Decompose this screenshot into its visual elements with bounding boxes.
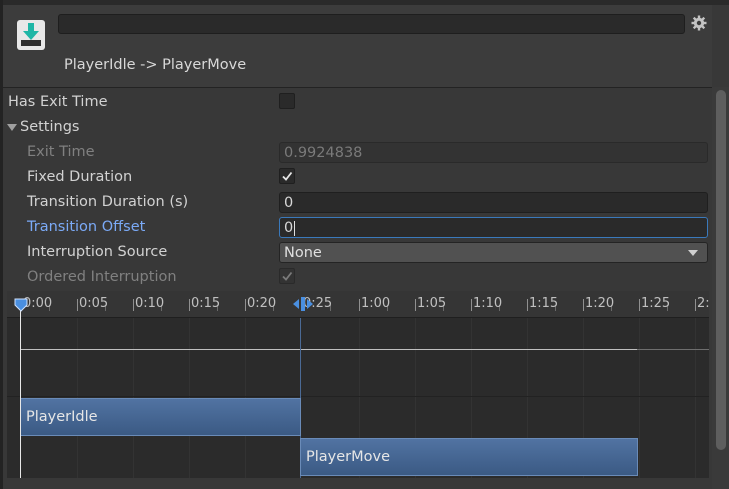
ruler-tick [471,299,472,311]
scrollbar-thumb[interactable] [716,90,726,450]
settings-foldout-icon[interactable] [7,124,17,131]
ruler-tick-label: 1:05 [417,296,447,311]
ruler-tick [359,299,360,311]
ruler-tick [583,299,584,311]
transition-marker-icon[interactable] [292,296,314,312]
checkmark-icon [282,271,293,281]
transition-curve-tail [637,349,709,350]
ruler-tick [639,299,640,311]
ruler-tick-label: 1:25 [641,296,671,311]
has-exit-time-checkbox[interactable] [279,93,295,109]
ordered-interruption-checkbox [279,268,295,284]
checkmark-icon [282,171,293,181]
transition-header: PlayerIdle -> PlayerMove [3,5,712,88]
playhead-line [20,299,21,478]
transition-offset-value: 0 [284,220,294,236]
timeline-grid-line [639,318,640,478]
transition-offset-label: Transition Offset [27,219,146,235]
ruler-tick-label: 0:10 [135,296,165,311]
transition-duration-label: Transition Duration (s) [27,194,189,210]
transition-duration-field[interactable]: 0 [279,192,708,213]
has-exit-time-label: Has Exit Time [8,94,108,110]
ruler-tick-label: 0:15 [191,296,221,311]
transition-title: PlayerIdle -> PlayerMove [64,57,247,73]
ruler-tick-label: 1:15 [529,296,559,311]
gear-icon[interactable] [691,15,707,31]
lane-divider [7,396,709,397]
ruler-tick [695,299,696,311]
ruler-tick [415,299,416,311]
playhead-marker-icon[interactable] [14,298,28,312]
timeline-grid-line [695,318,696,478]
transition-curve-line [21,349,637,350]
interruption-source-dropdown[interactable]: None [279,242,708,263]
timeline-ruler[interactable]: 0:00 0:05 0:10 0:15 0:20 0:25 1:00 1:05 … [7,291,709,318]
ruler-tick-label: 0:05 [79,296,109,311]
fixed-duration-label: Fixed Duration [27,169,133,185]
settings-foldout-label[interactable]: Settings [20,119,79,135]
interruption-source-value: None [284,245,322,261]
transition-name-field[interactable] [58,14,685,34]
transition-timeline[interactable]: 0:00 0:05 0:10 0:15 0:20 0:25 1:00 1:05 … [7,291,709,478]
ruler-tick [133,299,134,311]
text-caret [294,220,296,236]
ruler-tick-label: 1:00 [361,296,391,311]
ruler-tick-label: 1:10 [473,296,503,311]
exit-time-label: Exit Time [27,144,95,160]
destination-state-clip[interactable]: PlayerMove [300,438,638,476]
ruler-tick [189,299,190,311]
ruler-tick-label: 2: [697,296,709,311]
ordered-interruption-label: Ordered Interruption [27,269,177,285]
vertical-scrollbar[interactable] [712,87,729,489]
ruler-tick-label: 0:20 [247,296,277,311]
transition-icon [17,20,45,50]
exit-time-field: 0.9924838 [279,142,708,163]
interruption-source-label: Interruption Source [27,244,168,260]
ruler-tick [527,299,528,311]
dropdown-arrow-icon [688,250,698,256]
source-state-clip[interactable]: PlayerIdle [20,398,301,436]
ruler-tick [77,299,78,311]
ruler-tick [245,299,246,311]
ruler-tick-label: 1:20 [585,296,615,311]
transition-offset-field[interactable]: 0 [279,217,708,238]
fixed-duration-checkbox[interactable] [279,168,295,184]
